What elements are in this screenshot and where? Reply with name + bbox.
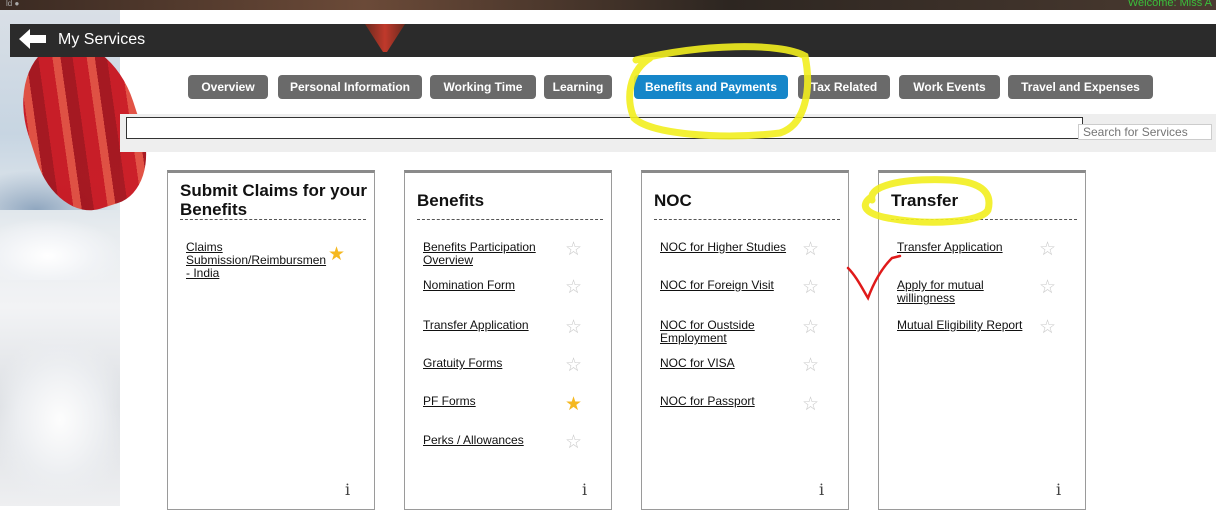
favorite-star-icon[interactable]: ★ (328, 245, 345, 264)
header-bar (10, 24, 1216, 57)
service-link-noc-outside-employment[interactable]: NOC for Oustside Employment (660, 319, 790, 345)
favorite-star-icon[interactable]: ★ (565, 395, 582, 414)
star-icon[interactable]: ☆ (1039, 318, 1056, 337)
card-divider (891, 219, 1077, 220)
service-link-apply-mutual-willingness[interactable]: Apply for mutual willingness (897, 279, 1027, 305)
welcome-text: Welcome: Miss A (1127, 0, 1212, 9)
search-input[interactable] (1078, 124, 1212, 140)
tab-benefits-and-payments[interactable]: Benefits and Payments (634, 75, 788, 99)
background-cloud (0, 220, 120, 280)
service-link-nomination-form[interactable]: Nomination Form (423, 279, 553, 292)
tab-personal-information[interactable]: Personal Information (278, 75, 422, 99)
card-transfer: Transfer Transfer Application ☆ Apply fo… (878, 170, 1086, 510)
service-link-noc-higher-studies[interactable]: NOC for Higher Studies (660, 241, 790, 254)
info-icon[interactable]: i (582, 480, 587, 499)
star-icon[interactable]: ☆ (1039, 240, 1056, 259)
star-icon[interactable]: ☆ (565, 240, 582, 259)
star-icon[interactable]: ☆ (565, 356, 582, 375)
card-divider (654, 219, 840, 220)
service-link-benefits-participation[interactable]: Benefits Participation Overview (423, 241, 553, 267)
info-icon[interactable]: i (345, 480, 350, 499)
page-title: My Services (58, 31, 146, 48)
tab-tax-related[interactable]: Tax Related (798, 75, 890, 99)
background-image (0, 10, 162, 506)
tab-learning[interactable]: Learning (544, 75, 612, 99)
card-noc: NOC NOC for Higher Studies ☆ NOC for For… (641, 170, 849, 510)
card-benefits: Benefits Benefits Participation Overview… (404, 170, 612, 510)
background-cloud (0, 340, 120, 500)
service-link-noc-visa[interactable]: NOC for VISA (660, 357, 790, 370)
card-title: Submit Claims for your Benefits (180, 181, 368, 219)
card-submit-claims: Submit Claims for your Benefits Claims S… (167, 170, 375, 510)
star-icon[interactable]: ☆ (802, 278, 819, 297)
service-link-perks-allowances[interactable]: Perks / Allowances (423, 434, 553, 447)
tab-working-time[interactable]: Working Time (430, 75, 536, 99)
tab-work-events[interactable]: Work Events (899, 75, 1000, 99)
service-link-noc-passport[interactable]: NOC for Passport (660, 395, 790, 408)
service-link-transfer-application[interactable]: Transfer Application (897, 241, 1027, 254)
service-link-transfer-application[interactable]: Transfer Application (423, 319, 553, 332)
star-icon[interactable]: ☆ (565, 278, 582, 297)
corner-text: ld ● (6, 0, 20, 8)
service-link-claims-submission[interactable]: Claims Submission/Reimbursmen - India (186, 241, 326, 280)
tab-travel-and-expenses[interactable]: Travel and Expenses (1008, 75, 1153, 99)
service-link-noc-foreign-visit[interactable]: NOC for Foreign Visit (660, 279, 790, 292)
arrow-left-icon (19, 29, 46, 49)
info-icon[interactable]: i (819, 480, 824, 499)
star-icon[interactable]: ☆ (565, 318, 582, 337)
star-icon[interactable]: ☆ (1039, 278, 1056, 297)
star-icon[interactable]: ☆ (802, 395, 819, 414)
service-link-mutual-eligibility-report[interactable]: Mutual Eligibility Report (897, 319, 1027, 332)
card-divider (180, 219, 366, 220)
star-icon[interactable]: ☆ (802, 318, 819, 337)
back-button[interactable] (18, 28, 48, 50)
tab-overview[interactable]: Overview (188, 75, 268, 99)
top-banner-strip (0, 0, 1216, 10)
card-title: NOC (654, 191, 692, 210)
star-icon[interactable]: ☆ (802, 240, 819, 259)
service-link-pf-forms[interactable]: PF Forms (423, 395, 553, 408)
filter-box[interactable] (126, 117, 1083, 139)
info-icon[interactable]: i (1056, 480, 1061, 499)
star-icon[interactable]: ☆ (565, 433, 582, 452)
card-title: Transfer (891, 191, 959, 210)
star-icon[interactable]: ☆ (802, 356, 819, 375)
service-link-gratuity-forms[interactable]: Gratuity Forms (423, 357, 553, 370)
card-title: Benefits (417, 191, 485, 210)
card-divider (417, 219, 603, 220)
